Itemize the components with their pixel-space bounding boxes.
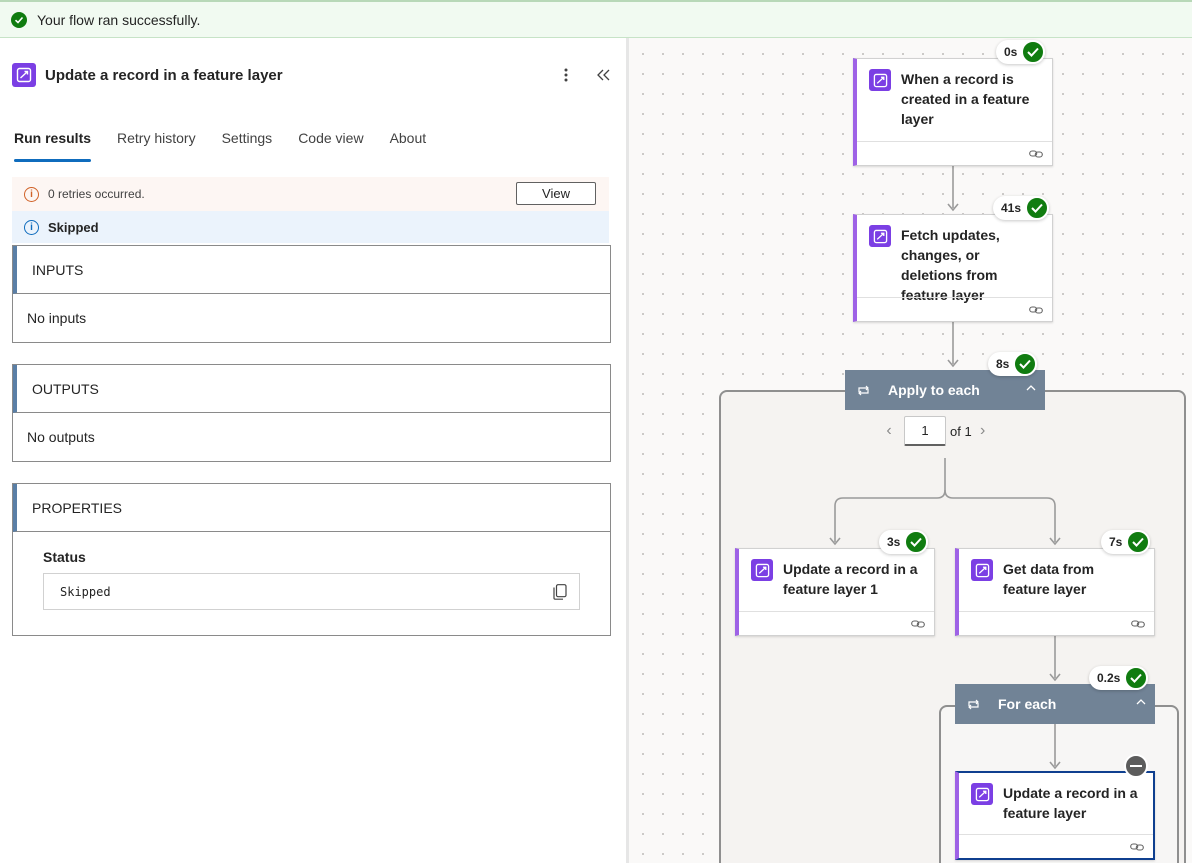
check-circle-icon: [11, 11, 27, 28]
card-title: When a record is created in a feature la…: [901, 71, 1030, 127]
duration-badge: 0s: [996, 40, 1046, 64]
success-banner: Your flow ran successfully.: [0, 0, 1192, 38]
outputs-heading[interactable]: OUTPUTS: [13, 365, 610, 413]
iteration-pager: ‹ 1 of 1 ›: [878, 416, 994, 446]
panel-tabs: Run results Retry history Settings Code …: [14, 130, 452, 162]
status-notice: i Skipped: [12, 211, 609, 243]
flow-action-icon: [12, 63, 36, 87]
retry-message: 0 retries occurred.: [48, 187, 145, 201]
link-icon: [1029, 150, 1043, 158]
outputs-section: OUTPUTS No outputs: [12, 364, 611, 462]
duration-badge: 3s: [879, 530, 929, 554]
link-icon: [1131, 620, 1145, 628]
card-title: Update a record in a feature layer 1: [783, 561, 918, 597]
copy-icon[interactable]: [553, 584, 567, 600]
link-icon: [1130, 843, 1144, 851]
fetch-updates-card[interactable]: Fetch updates, changes, or deletions fro…: [853, 214, 1053, 322]
warning-info-icon: i: [24, 186, 39, 202]
status-value: Skipped: [60, 584, 111, 599]
inputs-heading[interactable]: INPUTS: [13, 246, 610, 294]
status-value-field: Skipped: [43, 573, 580, 610]
tab-retry-history[interactable]: Retry history: [117, 130, 196, 162]
loop-icon: [858, 385, 869, 395]
for-each-header[interactable]: For each: [955, 684, 1155, 724]
status-label: Status: [43, 549, 86, 565]
duration-badge: 41s: [993, 196, 1050, 220]
properties-body: Status Skipped: [13, 532, 610, 635]
tab-run-results[interactable]: Run results: [14, 130, 92, 162]
tab-about[interactable]: About: [390, 130, 427, 162]
check-circle-icon: [1025, 196, 1050, 220]
skipped-icon: [1124, 754, 1148, 778]
iteration-total: of 1: [950, 423, 972, 439]
tab-settings[interactable]: Settings: [222, 130, 273, 162]
duration-badge: 0.2s: [1089, 666, 1149, 690]
loop-icon: [968, 699, 979, 709]
chevron-left-icon[interactable]: ‹: [878, 422, 900, 440]
duration-badge: 8s: [988, 352, 1038, 376]
flow-action-icon: [971, 559, 993, 581]
tab-code-view[interactable]: Code view: [298, 130, 363, 162]
inputs-section: INPUTS No inputs: [12, 245, 611, 343]
iteration-input[interactable]: 1: [904, 416, 946, 446]
duration-badge: 7s: [1101, 530, 1151, 554]
apply-to-each-header[interactable]: Apply to each: [845, 370, 1045, 410]
flow-action-icon: [869, 225, 891, 247]
banner-message: Your flow ran successfully.: [37, 11, 201, 28]
chevron-up-icon[interactable]: [1025, 382, 1037, 394]
chevron-up-icon[interactable]: [1135, 696, 1147, 708]
flow-canvas: When a record is created in a feature la…: [629, 38, 1192, 863]
retry-notice: i 0 retries occurred. View: [12, 177, 609, 211]
panel-title: Update a record in a feature layer: [45, 66, 283, 84]
update-record-selected-card[interactable]: Update a record in a feature layer: [955, 771, 1155, 860]
view-retries-button[interactable]: View: [516, 182, 596, 205]
properties-section: PROPERTIES Status Skipped: [12, 483, 611, 636]
details-panel: Update a record in a feature layer Run r…: [0, 38, 626, 863]
info-icon: i: [24, 219, 39, 235]
properties-heading[interactable]: PROPERTIES: [13, 484, 610, 532]
card-title: Update a record in a feature layer: [1003, 785, 1138, 821]
link-icon: [911, 620, 925, 628]
status-notice-text: Skipped: [48, 219, 99, 235]
more-vertical-icon[interactable]: [556, 64, 576, 86]
panel-header: Update a record in a feature layer: [12, 60, 616, 90]
flow-action-icon: [869, 69, 891, 91]
update-record-1-card[interactable]: Update a record in a feature layer 1: [735, 548, 935, 636]
collapse-left-icon[interactable]: [592, 64, 614, 86]
get-data-card[interactable]: Get data from feature layer: [955, 548, 1155, 636]
chevron-right-icon[interactable]: ›: [972, 422, 994, 440]
flow-action-icon: [751, 559, 773, 581]
trigger-card[interactable]: When a record is created in a feature la…: [853, 58, 1053, 166]
flow-action-icon: [971, 783, 993, 805]
link-icon: [1029, 306, 1043, 314]
card-title: Fetch updates, changes, or deletions fro…: [901, 227, 1000, 303]
inputs-body: No inputs: [27, 310, 87, 326]
outputs-body: No outputs: [27, 429, 95, 445]
card-title: Get data from feature layer: [1003, 561, 1095, 597]
